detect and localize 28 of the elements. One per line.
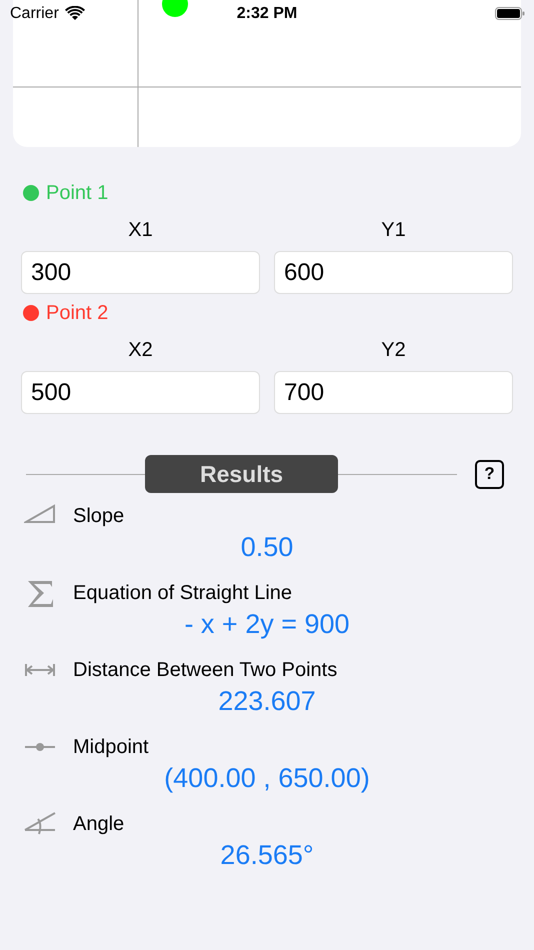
- result-value: (400.00 , 650.00): [164, 763, 370, 793]
- coordinate-field[interactable]: 600: [274, 251, 513, 294]
- carrier-label: Carrier: [10, 5, 59, 23]
- point-label: Point 1: [46, 182, 108, 204]
- coordinate-field[interactable]: 700: [274, 371, 513, 414]
- point-label: Point 2: [46, 302, 108, 324]
- result-label: Slope: [73, 504, 124, 528]
- coordinate-field[interactable]: 500: [21, 371, 260, 414]
- result-value: 223.607: [218, 686, 316, 716]
- wifi-icon: [65, 6, 85, 21]
- result-label: Midpoint: [73, 736, 149, 758]
- width-arrows-icon: [24, 663, 56, 677]
- coordinate-label: X1: [128, 218, 153, 242]
- result-label: Distance Between Two Points: [73, 658, 338, 682]
- result-value: 0.50: [240, 532, 294, 562]
- coordinate-field[interactable]: 300: [21, 251, 260, 294]
- coordinate-label: X2: [128, 338, 153, 362]
- coordinate-label: Y2: [381, 338, 406, 362]
- results-header: Results: [145, 455, 338, 493]
- help-button[interactable]: ?: [475, 460, 504, 488]
- result-label: Angle: [73, 812, 124, 836]
- battery-icon: [495, 7, 525, 20]
- result-value: - x + 2y = 900: [184, 609, 350, 639]
- coordinate-label: Y1: [381, 218, 406, 242]
- midpoint-icon: [24, 742, 56, 752]
- result-label: Equation of Straight Line: [73, 582, 292, 604]
- clock-time: 2:32 PM: [236, 5, 298, 23]
- result-value: 26.565°: [220, 840, 314, 870]
